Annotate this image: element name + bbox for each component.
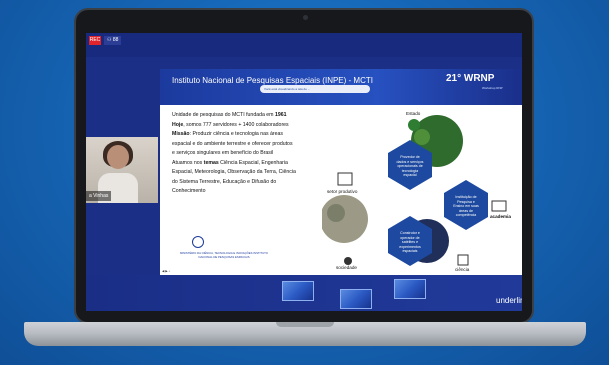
shared-slide: Instituto Nacional de Pesquisas Espaciai… (160, 69, 522, 275)
meeting-toolbar: REC ⚇ 88 (86, 33, 522, 57)
terrain-satellite-image (320, 195, 368, 243)
slide-body-line: Conhecimento (172, 187, 322, 197)
participants-button[interactable]: ⚇ 88 (104, 36, 122, 45)
slide-body-line: Hoje, somos 777 servidores + 1400 colabo… (172, 121, 322, 131)
recording-badge: REC (89, 36, 101, 45)
screen-share-notice[interactable]: Você está visualizando a tela de ... (260, 85, 370, 93)
hex-text-data-provider: Provedor de dados e serviços operacionai… (396, 155, 424, 178)
line-text: , somos 777 servidores + 1400 colaborado… (183, 121, 289, 128)
underline-brand-logo: underlin (496, 296, 522, 305)
role-diagram: Estado setor produtivo sociedade ciência… (320, 111, 522, 275)
slide-body-line: e serviços singulares em benefício do Br… (172, 149, 322, 159)
line-bold-text: Hoje (172, 121, 184, 128)
speaker-name-label: a Vinhas (86, 191, 112, 201)
wrnp-subtitle: Workshop RNP (482, 86, 503, 90)
line-bold-text: 1961 (274, 112, 287, 118)
slide-body-text: Unidade de pesquisas do MCTI fundada em … (172, 111, 322, 197)
label-academia: academia (490, 214, 511, 219)
line-text: Atuamos nos (172, 159, 204, 166)
slide-body-line: Atuamos nos temas Ciência Espacial, Enge… (172, 159, 322, 169)
brazil-flag-icon (408, 119, 420, 131)
laptop-base (24, 322, 586, 346)
science-chart-icon (457, 254, 469, 266)
inpe-logo-text: MINISTÉRIO DA CIÊNCIA, TECNOLOGIA E INOV… (180, 251, 268, 259)
slide-body-line: Espacial, Meteorologia, Observação da Te… (172, 168, 322, 178)
line-bold-text: temas (203, 159, 219, 166)
slide-body-line: do Sistema Terrestre, Educação e Difusão… (172, 178, 322, 188)
academia-building-icon (491, 200, 507, 212)
line-text: do Sistema Terrestre, Educação e Difusão… (172, 178, 277, 185)
label-ciencia: ciência (455, 267, 470, 272)
slide-header: Instituto Nacional de Pesquisas Espaciai… (160, 69, 522, 105)
decorative-cube-1 (282, 281, 314, 301)
line-bold-text: Missão (172, 131, 190, 137)
decorative-cube-2 (340, 289, 372, 309)
label-setor-produtivo: setor produtivo (327, 189, 358, 194)
slide-footer-controls[interactable]: ◀ ▶ ⌕ (162, 269, 170, 273)
slide-body-line: Unidade de pesquisas do MCTI fundada em … (172, 111, 322, 121)
line-text: : Produzir ciência e tecnologia nas área… (189, 131, 284, 137)
line-text: Conhecimento (172, 188, 206, 194)
slide-body-line: Missão: Produzir ciência e tecnologia na… (172, 130, 322, 140)
line-text: espacial e do ambiente terrestre e ofere… (172, 140, 293, 147)
line-text: Espacial, Meteorologia, Observação da Te… (172, 169, 296, 175)
hex-text-research-institution: Instituição de Pesquisa e Ensino em suas… (453, 195, 479, 218)
slide-body-line: espacial e do ambiente terrestre e ofere… (172, 140, 322, 150)
laptop-base-notch (276, 322, 334, 327)
label-estado: Estado (406, 111, 421, 116)
hex-text-satellite-builder: Construtor e operador de satélites e exp… (399, 231, 421, 254)
factory-icon (337, 172, 353, 186)
people-icon (344, 257, 352, 265)
wrnp-logo: 21° WRNP (446, 73, 495, 84)
amazon-image-detail (414, 129, 430, 145)
line-text: Ciência Espacial, Engenharia (218, 159, 288, 166)
slide-title: Instituto Nacional de Pesquisas Espaciai… (172, 76, 373, 85)
line-text: e serviços singulares em benefício do Br… (172, 150, 274, 156)
label-sociedade: sociedade (336, 265, 357, 270)
inpe-logo-icon (192, 236, 204, 248)
meeting-bottom-strip (86, 275, 522, 311)
line-text: Unidade de pesquisas do MCTI fundada em (172, 112, 275, 118)
decorative-cube-3 (394, 279, 426, 299)
laptop-screen: REC ⚇ 88 a Vinhas Instituto Nacional de … (86, 33, 522, 311)
laptop-lid: REC ⚇ 88 a Vinhas Instituto Nacional de … (74, 8, 534, 324)
terrain-image-detail (327, 204, 345, 222)
speaker-face (107, 145, 129, 169)
webcam-dot (303, 15, 308, 20)
speaker-video-tile[interactable]: a Vinhas (86, 137, 158, 203)
